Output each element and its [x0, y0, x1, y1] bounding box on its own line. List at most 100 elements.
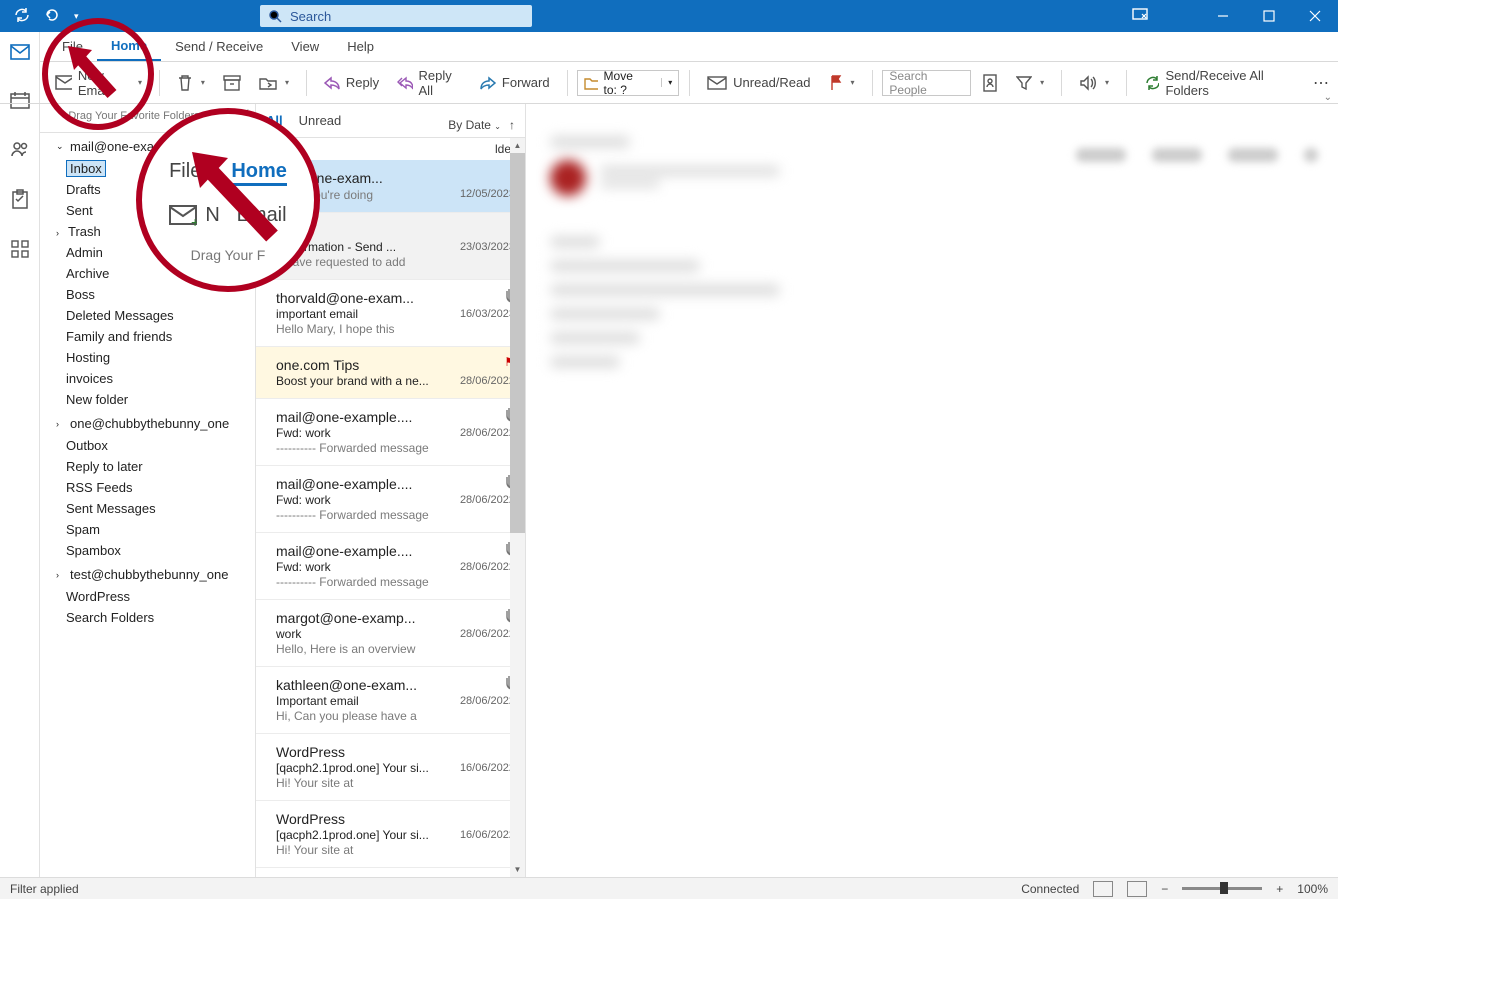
move-to-dropdown[interactable]: Move to: ? ▾: [577, 70, 679, 96]
read-aloud-button[interactable]: ▾: [1072, 69, 1116, 97]
more-commands-button[interactable]: ⋯: [1306, 69, 1338, 97]
reply-label: Reply: [346, 75, 379, 90]
view-normal-button[interactable]: [1093, 881, 1113, 897]
tab-file[interactable]: File: [48, 32, 97, 61]
forward-button[interactable]: Forward: [473, 69, 557, 97]
folder-item[interactable]: Inbox: [40, 158, 255, 179]
unread-read-button[interactable]: Unread/Read: [700, 69, 817, 97]
archive-button[interactable]: [216, 69, 248, 97]
folder-item[interactable]: New folder: [40, 389, 255, 410]
account-header-3[interactable]: › test@chubbythebunny_one: [40, 561, 255, 586]
mail-icon[interactable]: [10, 44, 30, 63]
unread-read-label: Unread/Read: [733, 75, 810, 90]
tasks-icon[interactable]: [11, 189, 29, 212]
separator: [1126, 70, 1127, 96]
message-item[interactable]: mail@one-example....Fwd: work---------- …: [256, 533, 525, 600]
folder-item[interactable]: Sent: [40, 200, 255, 221]
ribbon-display-options-icon[interactable]: [1132, 8, 1148, 25]
message-item[interactable]: kathleen@one-exam...Important emailHi, C…: [256, 667, 525, 734]
tab-help[interactable]: Help: [333, 32, 388, 61]
filter-all-tab[interactable]: All: [266, 113, 283, 136]
account-header-1[interactable]: ⌄ mail@one-exa: [40, 133, 255, 158]
folder-item[interactable]: Reply to later: [40, 456, 255, 477]
flag-button[interactable]: ▾: [822, 69, 862, 97]
collapse-folder-pane-icon[interactable]: ‹: [246, 106, 249, 117]
message-item[interactable]: TeamConfirmation - Send ...d have reques…: [256, 213, 525, 280]
folder-item[interactable]: Search Folders: [40, 607, 255, 628]
folder-item[interactable]: RSS Feeds: [40, 477, 255, 498]
message-item[interactable]: thorvald@one-exam...important emailHello…: [256, 280, 525, 347]
zoom-out-button[interactable]: −: [1161, 882, 1168, 896]
folder-label: Trash: [68, 224, 101, 239]
folder-item[interactable]: Hosting: [40, 347, 255, 368]
folder-item[interactable]: Archive: [40, 263, 255, 284]
sort-by-date[interactable]: By Date ⌄: [448, 118, 501, 132]
message-item[interactable]: mail@one-example....Fwd: work---------- …: [256, 399, 525, 466]
folder-item[interactable]: Spambox: [40, 540, 255, 561]
message-item[interactable]: ald@one-exam...Hope you're doing12/05/20…: [256, 160, 525, 213]
tab-send-receive[interactable]: Send / Receive: [161, 32, 277, 61]
minimize-button[interactable]: [1200, 0, 1246, 32]
tab-home[interactable]: Home: [97, 32, 161, 61]
message-preview: d have requested to add: [276, 255, 497, 269]
chevron-down-icon: ⌄: [56, 141, 66, 152]
maximize-button[interactable]: [1246, 0, 1292, 32]
folder-item[interactable]: Spam: [40, 519, 255, 540]
status-bar: Filter applied Connected − + 100%: [0, 877, 1338, 899]
delete-button[interactable]: ▾: [170, 69, 212, 97]
tab-view[interactable]: View: [277, 32, 333, 61]
reply-button[interactable]: Reply: [317, 69, 386, 97]
scrollbar-thumb[interactable]: [510, 153, 525, 533]
address-book-button[interactable]: [975, 69, 1005, 97]
folder-item[interactable]: ›Trash: [40, 221, 255, 242]
zoom-slider[interactable]: [1182, 887, 1262, 890]
sync-icon[interactable]: [14, 7, 30, 26]
reply-all-button[interactable]: Reply All: [390, 69, 469, 97]
filter-unread-tab[interactable]: Unread: [299, 113, 342, 136]
more-apps-icon[interactable]: [11, 240, 29, 261]
message-list-scrollbar[interactable]: ▲ ▼: [510, 138, 525, 877]
message-item[interactable]: margot@one-examp...workHello, Here is an…: [256, 600, 525, 667]
search-people-input[interactable]: Search People: [882, 70, 971, 96]
message-from: ald@one-exam...: [276, 170, 497, 186]
folder-item[interactable]: Admin: [40, 242, 255, 263]
search-box[interactable]: Search: [260, 5, 532, 27]
move-button[interactable]: ▾: [252, 69, 296, 97]
send-receive-all-button[interactable]: Send/Receive All Folders: [1137, 69, 1298, 97]
account-header-2[interactable]: › one@chubbythebunny_one: [40, 410, 255, 435]
folder-item[interactable]: WordPress: [40, 586, 255, 607]
folder-item[interactable]: Sent Messages: [40, 498, 255, 519]
message-from: WordPress: [276, 811, 497, 827]
qat-dropdown-icon[interactable]: ▾: [74, 11, 79, 22]
message-item[interactable]: WordPress[qacph2.1prod.one] Your si...Hi…: [256, 734, 525, 801]
message-item[interactable]: WordPress[qacph2.1prod.one] Your si...Hi…: [256, 801, 525, 868]
folder-item[interactable]: Drafts: [40, 179, 255, 200]
message-from: margot@one-examp...: [276, 610, 497, 626]
search-people-placeholder: Search People: [889, 69, 964, 97]
view-reading-button[interactable]: [1127, 881, 1147, 897]
message-item[interactable]: one.com TipsBoost your brand with a ne..…: [256, 347, 525, 399]
folder-item[interactable]: Boss: [40, 284, 255, 305]
folder-label: Outbox: [66, 438, 108, 453]
ribbon-tabs: File Home Send / Receive View Help: [0, 32, 1338, 62]
collapse-ribbon-icon[interactable]: ⌄: [1324, 92, 1332, 103]
folder-item[interactable]: Family and friends: [40, 326, 255, 347]
people-icon[interactable]: [10, 140, 30, 161]
zoom-in-button[interactable]: +: [1276, 882, 1283, 896]
folder-label: Archive: [66, 266, 109, 281]
reading-actions: [1076, 148, 1318, 162]
close-button[interactable]: [1292, 0, 1338, 32]
scroll-down-icon[interactable]: ▼: [510, 862, 525, 877]
folder-item[interactable]: Deleted Messages: [40, 305, 255, 326]
move-to-label: Move to: ?: [604, 69, 650, 97]
undo-icon[interactable]: [44, 7, 60, 26]
folder-item[interactable]: Outbox: [40, 435, 255, 456]
message-item[interactable]: mail@one-example....Fwd: work---------- …: [256, 466, 525, 533]
folder-item[interactable]: invoices: [40, 368, 255, 389]
scroll-up-icon[interactable]: ▲: [510, 138, 525, 153]
separator: [306, 70, 307, 96]
ribbon: New Email ▾ ▾ ▾ Reply Reply All Forward …: [0, 62, 1338, 104]
sort-direction-icon[interactable]: ↑: [509, 118, 515, 132]
new-email-button[interactable]: New Email ▾: [48, 69, 149, 97]
filter-button[interactable]: ▾: [1009, 69, 1051, 97]
